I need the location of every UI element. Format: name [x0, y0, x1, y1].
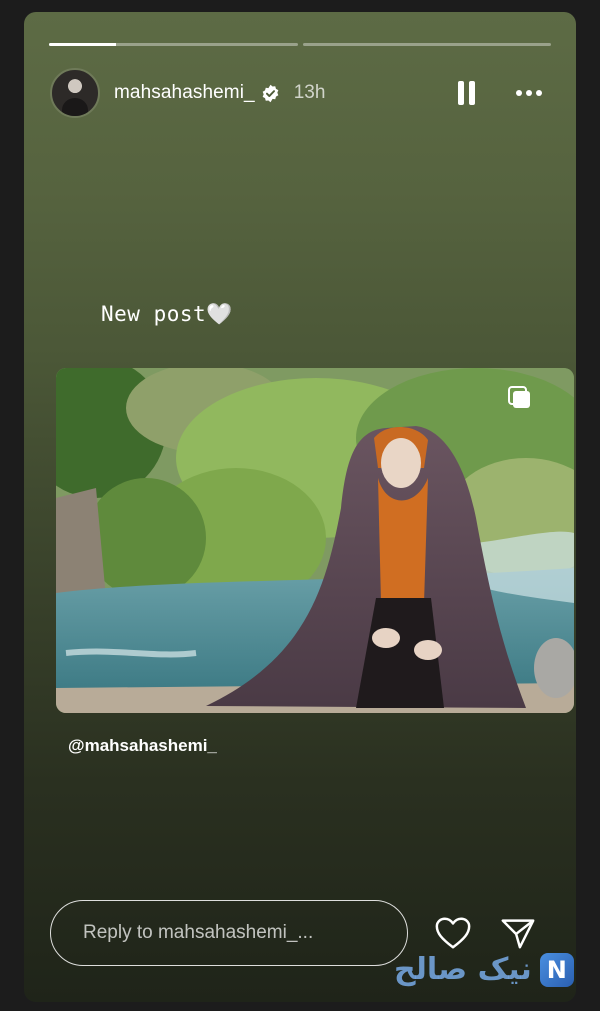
dot-icon	[526, 90, 532, 96]
story-caption: New post🤍	[101, 302, 233, 326]
reply-input[interactable]: Reply to mahsahashemi_...	[50, 900, 408, 966]
post-time: 13h	[293, 82, 326, 103]
watermark-text: نیک صالح	[394, 952, 532, 987]
carousel-icon	[508, 386, 530, 408]
shared-post-image[interactable]	[56, 368, 574, 713]
watermark: نیک صالح N	[394, 952, 574, 987]
send-icon[interactable]	[499, 915, 537, 951]
progress-segment	[49, 43, 298, 46]
dot-icon	[516, 90, 522, 96]
mention-sticker[interactable]: @mahsahashemi_	[68, 736, 217, 756]
heart-icon[interactable]	[434, 915, 472, 951]
avatar[interactable]	[50, 68, 100, 118]
pause-icon	[458, 81, 464, 105]
pause-icon	[469, 81, 475, 105]
story-header: mahsahashemi_ 13h	[50, 67, 550, 119]
story-viewer: mahsahashemi_ 13h New post🤍 @mahsahashem…	[24, 12, 576, 1002]
verified-badge-icon	[262, 84, 279, 102]
watermark-logo: N	[539, 952, 574, 987]
dot-icon	[536, 90, 542, 96]
more-options-button[interactable]	[516, 90, 542, 96]
username[interactable]: mahsahashemi_	[114, 82, 255, 104]
pause-button[interactable]	[458, 81, 478, 105]
progress-segment	[302, 43, 551, 46]
post-photo	[56, 368, 574, 713]
story-progress	[49, 43, 551, 46]
